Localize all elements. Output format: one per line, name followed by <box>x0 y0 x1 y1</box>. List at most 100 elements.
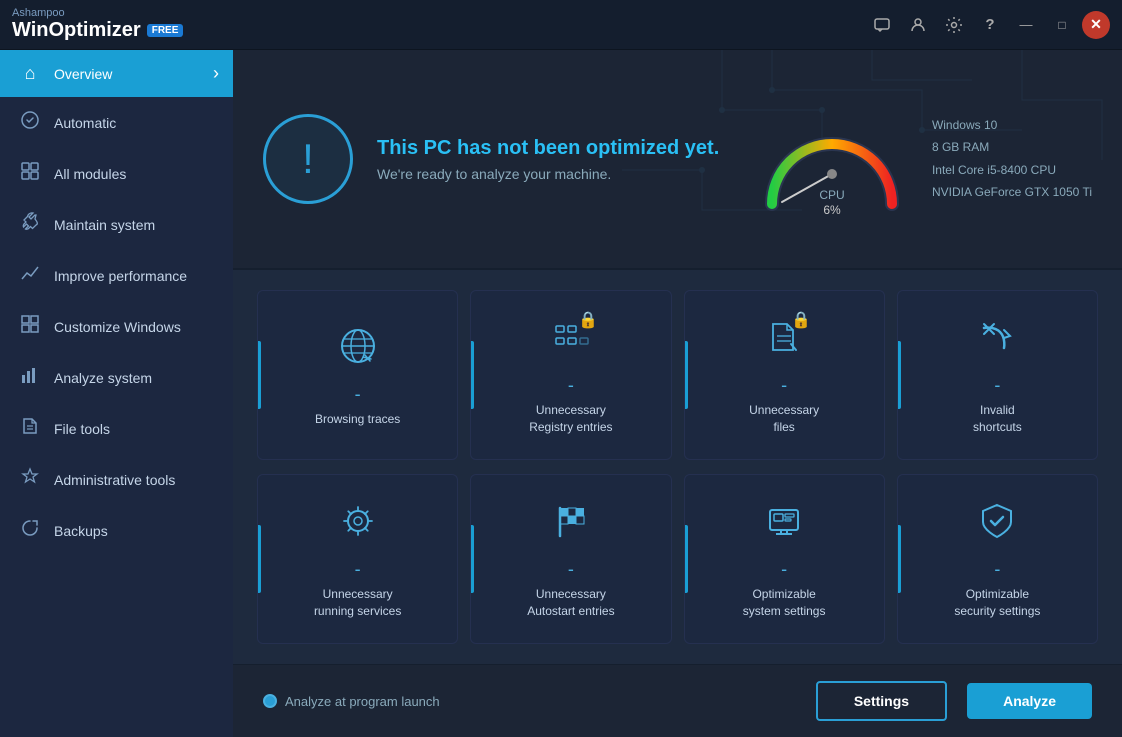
sidebar-label-administrative-tools: Administrative tools <box>54 472 175 488</box>
analyze-button[interactable]: Analyze <box>967 683 1092 719</box>
file-tools-icon <box>18 416 42 441</box>
sidebar-label-automatic: Automatic <box>54 115 116 131</box>
improve-icon <box>18 263 42 288</box>
settings-button[interactable]: Settings <box>816 681 947 721</box>
sidebar-item-file-tools[interactable]: File tools <box>0 403 233 454</box>
modules-row-2: - Unnecessaryrunning services <box>257 474 1098 644</box>
backups-icon <box>18 518 42 543</box>
launch-option[interactable]: Analyze at program launch <box>263 694 440 709</box>
module-autostart-entries[interactable]: - UnnecessaryAutostart entries <box>470 474 671 644</box>
alert-subtitle: We're ready to analyze your machine. <box>377 166 719 182</box>
ram-info: 8 GB RAM <box>932 138 1092 157</box>
sidebar-label-maintain-system: Maintain system <box>54 217 155 233</box>
sidebar-label-backups: Backups <box>54 523 108 539</box>
profile-button[interactable] <box>902 9 934 41</box>
registry-count: - <box>568 375 574 396</box>
sidebar-label-all-modules: All modules <box>54 166 126 182</box>
modules-area: - Browsing traces 🔒 <box>233 270 1122 664</box>
modules-row-1: - Browsing traces 🔒 <box>257 290 1098 460</box>
window-controls: ? — □ ✕ <box>866 9 1110 41</box>
product-name: WinOptimizer <box>12 19 141 41</box>
registry-icon: 🔒 <box>550 316 592 367</box>
customize-icon <box>18 314 42 339</box>
header-alert: ! This PC has not been optimized yet. We… <box>263 114 752 204</box>
shortcuts-count: - <box>994 375 1000 396</box>
services-label: Unnecessaryrunning services <box>314 586 401 620</box>
home-icon: ⌂ <box>18 63 42 84</box>
cpu-gauge: CPU 6% <box>752 94 912 224</box>
content-area: ! This PC has not been optimized yet. We… <box>233 50 1122 737</box>
titlebar: Ashampoo WinOptimizer FREE ? — □ ✕ <box>0 0 1122 50</box>
module-security-settings[interactable]: - Optimizablesecurity settings <box>897 474 1098 644</box>
app-logo: Ashampoo WinOptimizer FREE <box>12 8 183 41</box>
cpu-gauge-area: CPU 6% Windows 10 8 GB RAM Intel Core i5… <box>752 94 1092 224</box>
browsing-traces-label: Browsing traces <box>315 411 400 428</box>
all-modules-icon <box>18 161 42 186</box>
system-settings-label: Optimizablesystem settings <box>743 586 826 620</box>
registry-label: UnnecessaryRegistry entries <box>529 402 612 436</box>
services-icon <box>337 500 379 551</box>
svg-text:CPU: CPU <box>819 188 844 202</box>
minimize-button[interactable]: — <box>1010 9 1042 41</box>
system-settings-count: - <box>781 559 787 580</box>
sidebar-label-file-tools: File tools <box>54 421 110 437</box>
main-layout: ⌂ Overview Automatic All modules Maintai… <box>0 50 1122 737</box>
free-badge: FREE <box>147 24 184 37</box>
security-label: Optimizablesecurity settings <box>954 586 1040 620</box>
sidebar-item-automatic[interactable]: Automatic <box>0 97 233 148</box>
sidebar-label-overview: Overview <box>54 66 112 82</box>
sidebar-item-administrative-tools[interactable]: Administrative tools <box>0 454 233 505</box>
help-button[interactable]: ? <box>974 9 1006 41</box>
services-count: - <box>355 559 361 580</box>
globe-icon <box>337 325 379 376</box>
os-info: Windows 10 <box>932 116 1092 135</box>
module-invalid-shortcuts[interactable]: - Invalidshortcuts <box>897 290 1098 460</box>
maintain-icon <box>18 212 42 237</box>
module-running-services[interactable]: - Unnecessaryrunning services <box>257 474 458 644</box>
cpu-info: Intel Core i5-8400 CPU <box>932 161 1092 180</box>
alert-icon: ! <box>263 114 353 204</box>
alert-title: This PC has not been optimized yet. <box>377 137 719 160</box>
system-info: Windows 10 8 GB RAM Intel Core i5-8400 C… <box>932 116 1092 202</box>
autostart-label: UnnecessaryAutostart entries <box>527 586 614 620</box>
files-count: - <box>781 375 787 396</box>
module-unnecessary-files[interactable]: 🔒 - Unnecessaryfiles <box>684 290 885 460</box>
module-system-settings[interactable]: - Optimizablesystem settings <box>684 474 885 644</box>
shortcuts-icon <box>976 316 1018 367</box>
files-icon: 🔒 <box>763 316 805 367</box>
autostart-icon <box>550 500 592 551</box>
module-browsing-traces[interactable]: - Browsing traces <box>257 290 458 460</box>
system-settings-icon <box>763 500 805 551</box>
settings-button[interactable] <box>938 9 970 41</box>
launch-label: Analyze at program launch <box>285 694 440 709</box>
svg-text:6%: 6% <box>823 203 841 217</box>
brand-name: Ashampoo <box>12 8 183 19</box>
gpu-info: NVIDIA GeForce GTX 1050 Ti <box>932 183 1092 202</box>
autostart-count: - <box>568 559 574 580</box>
sidebar-item-all-modules[interactable]: All modules <box>0 148 233 199</box>
security-count: - <box>994 559 1000 580</box>
files-label: Unnecessaryfiles <box>749 402 819 436</box>
maximize-button[interactable]: □ <box>1046 9 1078 41</box>
shortcuts-label: Invalidshortcuts <box>973 402 1022 436</box>
admin-icon <box>18 467 42 492</box>
alert-text: This PC has not been optimized yet. We'r… <box>377 137 719 182</box>
sidebar-label-analyze-system: Analyze system <box>54 370 152 386</box>
sidebar-item-maintain-system[interactable]: Maintain system <box>0 199 233 250</box>
analyze-icon <box>18 365 42 390</box>
radio-dot <box>263 694 277 708</box>
security-settings-icon <box>976 500 1018 551</box>
browsing-traces-count: - <box>355 384 361 405</box>
sidebar-label-improve-performance: Improve performance <box>54 268 187 284</box>
sidebar-item-customize-windows[interactable]: Customize Windows <box>0 301 233 352</box>
module-registry-entries[interactable]: 🔒 - UnnecessaryRegistry entries <box>470 290 671 460</box>
footer: Analyze at program launch Settings Analy… <box>233 664 1122 737</box>
sidebar-item-improve-performance[interactable]: Improve performance <box>0 250 233 301</box>
automatic-icon <box>18 110 42 135</box>
sidebar-item-overview[interactable]: ⌂ Overview <box>0 50 233 97</box>
close-button[interactable]: ✕ <box>1082 11 1110 39</box>
sidebar-item-backups[interactable]: Backups <box>0 505 233 556</box>
feedback-button[interactable] <box>866 9 898 41</box>
sidebar-label-customize-windows: Customize Windows <box>54 319 181 335</box>
sidebar-item-analyze-system[interactable]: Analyze system <box>0 352 233 403</box>
